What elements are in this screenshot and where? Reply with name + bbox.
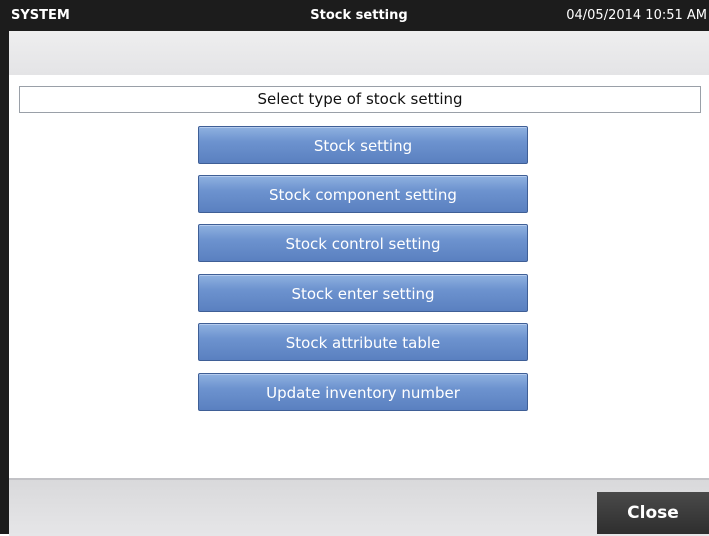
stock-control-setting-button[interactable]: Stock control setting xyxy=(198,224,528,262)
datetime-display: 04/05/2014 10:51 AM xyxy=(566,8,707,23)
toolbar-area xyxy=(9,31,709,75)
close-button[interactable]: Close xyxy=(597,492,709,534)
main-screen: Select type of stock setting Stock setti… xyxy=(9,31,709,536)
stock-attribute-table-button[interactable]: Stock attribute table xyxy=(198,323,528,361)
title-bar: SYSTEM Stock setting 04/05/2014 10:51 AM xyxy=(9,0,709,31)
stock-setting-button[interactable]: Stock setting xyxy=(198,126,528,164)
select-type-header: Select type of stock setting xyxy=(19,86,701,113)
update-inventory-number-button[interactable]: Update inventory number xyxy=(198,373,528,411)
stock-enter-setting-button[interactable]: Stock enter setting xyxy=(198,274,528,312)
stock-component-setting-button[interactable]: Stock component setting xyxy=(198,175,528,213)
